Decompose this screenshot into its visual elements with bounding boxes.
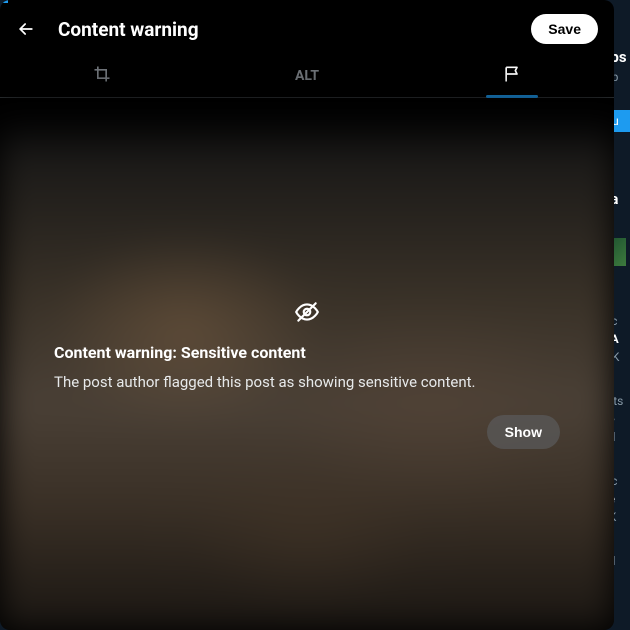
back-arrow-icon[interactable] [16,19,36,39]
warning-description: The post author flagged this post as sho… [54,372,560,392]
warning-overlay: Content warning: Sensitive content The p… [0,299,614,448]
flag-icon [502,64,522,88]
tab-crop[interactable] [0,54,205,97]
save-button[interactable]: Save [531,14,598,44]
crop-icon [92,64,112,88]
modal-header: Content warning Save [0,0,614,54]
alt-label: ALT [295,68,319,84]
hidden-eye-icon [294,299,320,325]
image-preview-area: Content warning: Sensitive content The p… [0,98,614,630]
accent-bar [0,0,8,3]
show-button[interactable]: Show [487,415,560,449]
warning-title: Content warning: Sensitive content [54,343,560,362]
content-warning-modal: Content warning Save ALT [0,0,614,630]
tab-alt[interactable]: ALT [205,54,410,97]
tab-bar: ALT [0,54,614,98]
tab-flag[interactable] [409,54,614,97]
modal-title: Content warning [58,18,509,41]
